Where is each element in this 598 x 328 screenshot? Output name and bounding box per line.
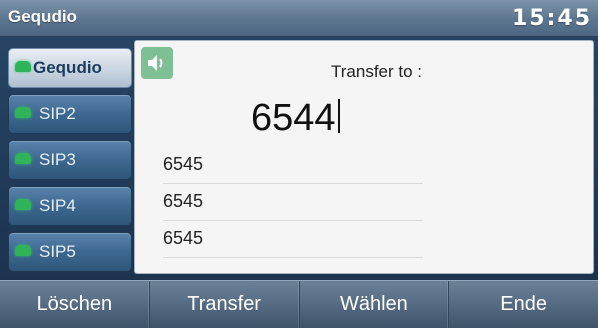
phone-icon (15, 107, 31, 118)
line-key-label: SIP3 (39, 150, 76, 169)
text-cursor (337, 99, 340, 133)
call-history-list: 6545 6545 6545 (163, 147, 423, 258)
speaker-icon (141, 47, 173, 79)
transfer-number-input[interactable]: 6544 (251, 97, 340, 140)
line-keys: Gequdio SIP2 SIP3 SIP4 SIP5 (8, 48, 132, 278)
line-key-sip3[interactable]: SIP3 (8, 140, 132, 180)
input-value: 6544 (251, 97, 336, 139)
phone-icon (15, 245, 31, 256)
end-softkey[interactable]: Ende (449, 281, 598, 328)
line-key-sip5[interactable]: SIP5 (8, 232, 132, 272)
line-key-label: SIP2 (39, 104, 76, 123)
account-title: Gequdio (8, 7, 77, 26)
title-bar: Gequdio 15:45 (0, 0, 598, 37)
transfer-to-label: Transfer to : (331, 62, 423, 81)
phone-screen: Gequdio 15:45 Gequdio SIP2 SIP3 SIP4 SIP… (0, 0, 598, 328)
phone-icon (15, 199, 31, 210)
transfer-panel: Transfer to : 6544 6545 6545 6545 (134, 40, 594, 274)
phone-icon (15, 153, 31, 164)
list-item[interactable]: 6545 (163, 184, 423, 221)
softkey-bar: Löschen Transfer Wählen Ende (0, 280, 598, 328)
line-key-sip4[interactable]: SIP4 (8, 186, 132, 226)
list-item[interactable]: 6545 (163, 221, 423, 258)
transfer-softkey[interactable]: Transfer (150, 281, 300, 328)
phone-icon (15, 61, 31, 72)
line-key-label: SIP5 (39, 242, 76, 261)
delete-softkey[interactable]: Löschen (0, 281, 150, 328)
clock: 15:45 (511, 6, 592, 31)
line-key-label: Gequdio (33, 58, 102, 77)
line-key-sip2[interactable]: SIP2 (8, 94, 132, 134)
dial-softkey[interactable]: Wählen (300, 281, 450, 328)
line-key-label: SIP4 (39, 196, 76, 215)
line-key-gequdio[interactable]: Gequdio (8, 48, 132, 88)
list-item[interactable]: 6545 (163, 147, 423, 184)
